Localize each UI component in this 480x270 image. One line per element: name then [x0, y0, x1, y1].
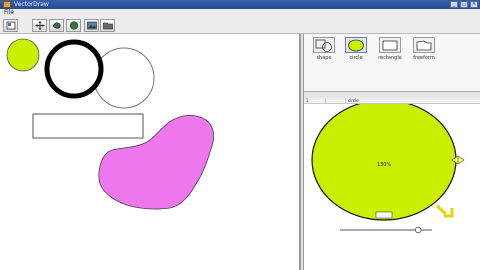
circle-tool-icon [69, 21, 78, 30]
palette-label-circle: circle [349, 55, 363, 61]
title-bar: VectorDraw _ □ × [0, 0, 480, 9]
preview-svg: 130% [311, 104, 465, 234]
move-tool-icon [35, 21, 44, 30]
toolbar [0, 17, 480, 34]
select-tool-button[interactable] [3, 19, 18, 32]
close-button[interactable]: × [470, 1, 478, 8]
freeform-icon [416, 40, 432, 50]
circle-icon [348, 39, 364, 51]
circle-tool-button[interactable] [66, 19, 81, 32]
image-tool-icon [86, 21, 97, 30]
palette-item-shape[interactable]: shape [309, 37, 339, 65]
shape-inspector: 1 circle 130% [304, 98, 480, 270]
large-outline-circle[interactable] [93, 47, 155, 109]
palette-label-shape: shape [316, 55, 332, 61]
palette-label-rectangle: rectangle [378, 55, 402, 61]
rotate-handle-icon[interactable] [436, 204, 454, 218]
window-title: VectorDraw [14, 1, 49, 8]
palette-item-circle[interactable]: circle [341, 37, 371, 65]
menu-file[interactable]: File [4, 9, 14, 17]
palette-item-rectangle[interactable]: rectangle [375, 37, 405, 65]
minimize-button[interactable]: _ [450, 1, 458, 8]
folder-tool-button[interactable] [100, 19, 115, 32]
folder-tool-icon [102, 22, 113, 30]
app-icon [3, 1, 11, 8]
move-tool-button[interactable] [32, 19, 47, 32]
drawing-canvas[interactable] [0, 34, 300, 270]
maximize-button[interactable]: □ [460, 1, 468, 8]
select-tool-icon [6, 21, 15, 30]
image-tool-button[interactable] [84, 19, 99, 32]
shape-tool-icon [52, 22, 61, 29]
shape-palette: shape circle rectangle freeform [304, 34, 480, 92]
zoom-slider-thumb[interactable] [414, 226, 422, 234]
rectangle-shape[interactable] [32, 113, 144, 139]
palette-item-freeform[interactable]: freeform [409, 37, 439, 65]
window-controls: _ □ × [450, 1, 478, 8]
palette-label-freeform: freeform [413, 55, 435, 61]
rectangle-icon [382, 40, 398, 50]
thick-black-circle[interactable] [44, 39, 104, 99]
zoom-label: 130% [377, 162, 392, 168]
bottom-handle[interactable] [375, 211, 393, 219]
canvas-svg [6, 38, 214, 210]
shape-icon [315, 39, 332, 52]
shape-tool-button[interactable] [49, 19, 64, 32]
menu-bar: File [0, 9, 480, 17]
small-lime-circle[interactable] [6, 38, 40, 72]
